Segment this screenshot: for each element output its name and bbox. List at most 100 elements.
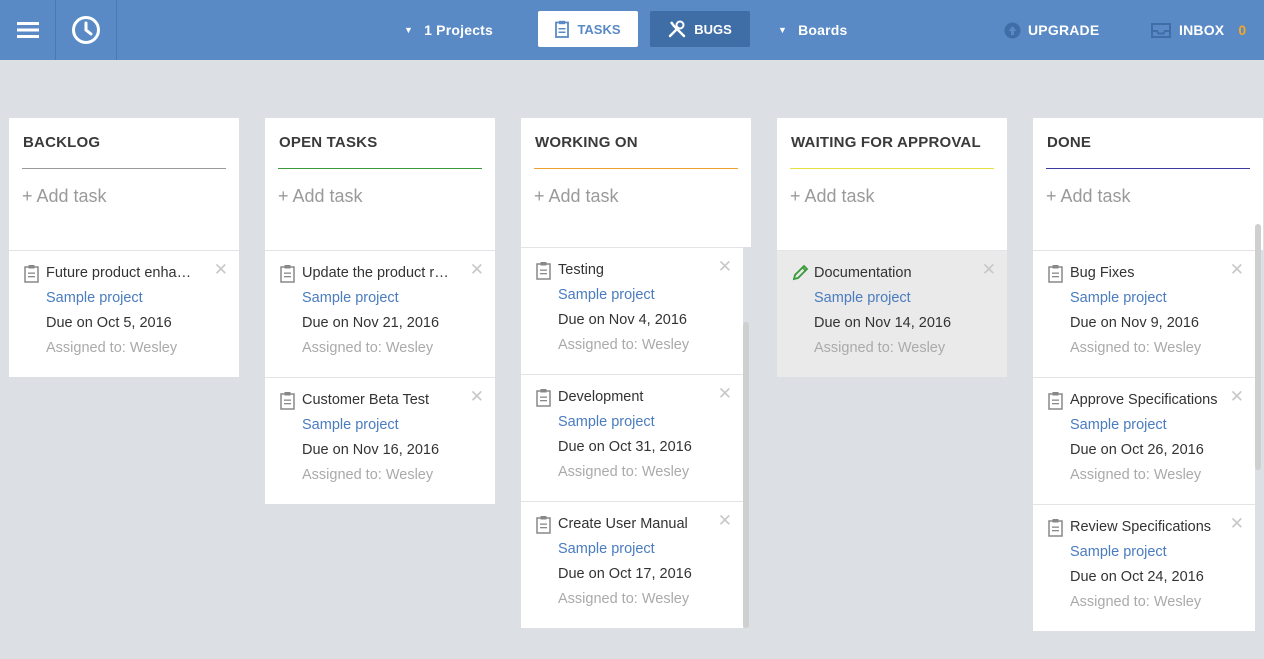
- add-task-button[interactable]: + Add task: [534, 169, 738, 207]
- close-icon[interactable]: ✕: [718, 257, 732, 277]
- task-project-link[interactable]: Sample project: [1070, 544, 1167, 560]
- tasks-label: TASKS: [577, 21, 621, 37]
- task-title: Development: [558, 389, 644, 405]
- close-icon[interactable]: ✕: [1230, 514, 1244, 534]
- task-card[interactable]: ✕ Development Sample project Due on Oct …: [521, 374, 743, 501]
- column-working-on: WORKING ON + Add task ✕ Testing Sample p…: [521, 118, 751, 628]
- task-assignee: Assigned to: Wesley: [1070, 594, 1202, 610]
- divider: [116, 0, 117, 60]
- task-card[interactable]: ✕ Future product enhancements Sample pro…: [9, 250, 239, 377]
- inbox-label: INBOX: [1179, 22, 1225, 38]
- clipboard-icon: [536, 262, 551, 280]
- task-due-date: Due on Oct 26, 2016: [1070, 442, 1204, 458]
- task-title: Create User Manual: [558, 516, 688, 532]
- timer-button[interactable]: [56, 0, 116, 60]
- add-task-button[interactable]: + Add task: [1046, 169, 1250, 207]
- column-header: BACKLOG + Add task: [9, 118, 239, 250]
- close-icon[interactable]: ✕: [1230, 260, 1244, 280]
- add-task-button[interactable]: + Add task: [278, 169, 482, 207]
- tasks-tab[interactable]: TASKS: [538, 11, 638, 47]
- close-icon[interactable]: ✕: [470, 387, 484, 407]
- upgrade-label: UPGRADE: [1028, 22, 1100, 38]
- close-icon[interactable]: ✕: [1230, 387, 1244, 407]
- task-title: Update the product roadmap: [302, 265, 452, 281]
- task-project-link[interactable]: Sample project: [46, 290, 143, 306]
- task-project-link[interactable]: Sample project: [1070, 290, 1167, 306]
- task-title: Approve Specifications: [1070, 392, 1218, 408]
- task-due-date: Due on Oct 31, 2016: [558, 439, 692, 455]
- task-title: Customer Beta Test: [302, 392, 430, 408]
- column-header: WORKING ON + Add task: [521, 118, 751, 247]
- column-scrollbar[interactable]: [1255, 224, 1261, 470]
- inbox-icon: [1151, 22, 1171, 38]
- column-scrollbar[interactable]: [743, 322, 749, 628]
- column-title: BACKLOG: [22, 118, 226, 169]
- task-project-link[interactable]: Sample project: [558, 287, 655, 303]
- task-assignee: Assigned to: Wesley: [558, 464, 690, 480]
- close-icon[interactable]: ✕: [470, 260, 484, 280]
- task-assignee: Assigned to: Wesley: [1070, 340, 1202, 356]
- task-due-date: Due on Oct 5, 2016: [46, 315, 172, 331]
- task-project-link[interactable]: Sample project: [1070, 417, 1167, 433]
- task-project-link[interactable]: Sample project: [302, 290, 399, 306]
- task-assignee: Assigned to: Wesley: [558, 591, 690, 607]
- upgrade-button[interactable]: UPGRADE: [1004, 0, 1099, 60]
- add-task-button[interactable]: + Add task: [22, 169, 226, 207]
- column-title: OPEN TASKS: [278, 118, 482, 169]
- add-task-button[interactable]: + Add task: [790, 169, 994, 207]
- upgrade-icon: [1004, 22, 1021, 38]
- clock-icon: [72, 16, 100, 44]
- task-card[interactable]: ✕ Review Specifications Sample project D…: [1033, 504, 1255, 631]
- close-icon[interactable]: ✕: [718, 511, 732, 531]
- column-title: DONE: [1046, 118, 1250, 169]
- clipboard-icon: [1048, 392, 1063, 410]
- hamburger-icon: [16, 22, 39, 38]
- task-title: Documentation: [814, 265, 912, 281]
- close-icon[interactable]: ✕: [214, 260, 228, 280]
- projects-label: 1 Projects: [424, 22, 494, 38]
- inbox-count-badge: 0: [1238, 22, 1247, 38]
- task-project-link[interactable]: Sample project: [814, 290, 911, 306]
- task-card[interactable]: ✕ Customer Beta Test Sample project Due …: [265, 377, 495, 504]
- task-project-link[interactable]: Sample project: [302, 417, 399, 433]
- bugs-tab[interactable]: BUGS: [650, 11, 750, 47]
- task-assignee: Assigned to: Wesley: [558, 337, 690, 353]
- task-project-link[interactable]: Sample project: [558, 541, 655, 557]
- task-due-date: Due on Nov 16, 2016: [302, 442, 440, 458]
- task-card[interactable]: ✕ Documentation Sample project Due on No…: [777, 250, 1007, 377]
- task-card[interactable]: ✕ Bug Fixes Sample project Due on Nov 9,…: [1033, 250, 1255, 377]
- boards-dropdown[interactable]: ▼ Boards: [778, 0, 848, 60]
- column-open-tasks: OPEN TASKS + Add task ✕ Update the produ…: [265, 118, 495, 504]
- column-header: DONE + Add task: [1033, 118, 1263, 250]
- menu-button[interactable]: [0, 0, 55, 60]
- clipboard-icon: [1048, 265, 1063, 283]
- clipboard-icon: [555, 20, 570, 38]
- task-due-date: Due on Nov 9, 2016: [1070, 315, 1199, 331]
- task-due-date: Due on Nov 4, 2016: [558, 312, 687, 328]
- close-icon[interactable]: ✕: [718, 384, 732, 404]
- task-title: Future product enhancements: [46, 265, 196, 281]
- boards-label: Boards: [798, 22, 848, 38]
- task-card[interactable]: ✕ Create User Manual Sample project Due …: [521, 501, 743, 628]
- task-card[interactable]: ✕ Approve Specifications Sample project …: [1033, 377, 1255, 504]
- task-due-date: Due on Oct 17, 2016: [558, 566, 692, 582]
- task-project-link[interactable]: Sample project: [558, 414, 655, 430]
- task-card[interactable]: ✕ Update the product roadmap Sample proj…: [265, 250, 495, 377]
- top-bar: ▼ 1 Projects TASKS BUGS ▼ Boards UPGRADE: [0, 0, 1264, 60]
- task-title: Review Specifications: [1070, 519, 1212, 535]
- close-icon[interactable]: ✕: [982, 260, 996, 280]
- projects-dropdown[interactable]: ▼ 1 Projects: [404, 0, 493, 60]
- task-assignee: Assigned to: Wesley: [814, 340, 946, 356]
- pencil-icon: [792, 264, 809, 281]
- column-title: WAITING FOR APPROVAL: [790, 118, 994, 169]
- task-assignee: Assigned to: Wesley: [1070, 467, 1202, 483]
- task-card[interactable]: ✕ Testing Sample project Due on Nov 4, 2…: [521, 247, 743, 374]
- column-waiting-for-approval: WAITING FOR APPROVAL + Add task ✕ Docume…: [777, 118, 1007, 377]
- column-header: OPEN TASKS + Add task: [265, 118, 495, 250]
- task-assignee: Assigned to: Wesley: [302, 467, 434, 483]
- column-title: WORKING ON: [534, 118, 738, 169]
- task-due-date: Due on Oct 24, 2016: [1070, 569, 1204, 585]
- task-assignee: Assigned to: Wesley: [46, 340, 178, 356]
- task-title: Bug Fixes: [1070, 265, 1135, 281]
- inbox-button[interactable]: INBOX 0: [1151, 0, 1246, 60]
